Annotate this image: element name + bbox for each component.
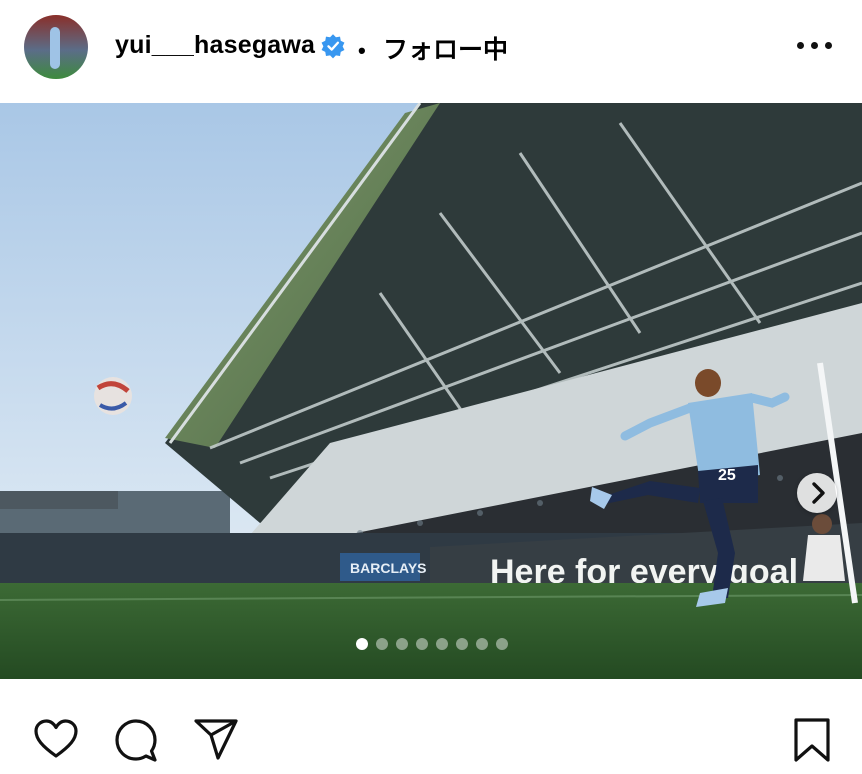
carousel-indicator [356, 638, 508, 650]
carousel-dot [476, 638, 488, 650]
following-button[interactable]: フォロー中 [383, 30, 508, 66]
paper-plane-icon[interactable] [192, 716, 240, 764]
separator-dot: • [358, 38, 366, 63]
username-link[interactable]: yui___hasegawa [115, 31, 315, 60]
carousel-dot [456, 638, 468, 650]
stadium-photo: BARCLAYS Here for every goal 25 [0, 103, 862, 679]
carousel-dot [376, 638, 388, 650]
avatar[interactable] [24, 15, 88, 79]
carousel-dot [496, 638, 508, 650]
carousel-dot [436, 638, 448, 650]
carousel-dot [416, 638, 428, 650]
jersey-number: 25 [718, 467, 736, 484]
comment-bubble-icon[interactable] [112, 716, 160, 764]
post-header: yui___hasegawa • フォロー中 [0, 0, 862, 103]
bookmark-icon[interactable] [788, 716, 836, 764]
post-photo[interactable]: BARCLAYS Here for every goal 25 [0, 103, 862, 679]
sponsor-board: BARCLAYS [350, 560, 427, 576]
action-bar [0, 680, 862, 774]
heart-icon[interactable] [32, 716, 80, 764]
carousel-dot-active [356, 638, 368, 650]
next-photo-button[interactable] [797, 473, 837, 513]
verified-badge-icon [321, 34, 345, 59]
more-options-icon[interactable] [797, 42, 832, 52]
carousel-dot [396, 638, 408, 650]
chevron-right-icon [812, 482, 825, 504]
